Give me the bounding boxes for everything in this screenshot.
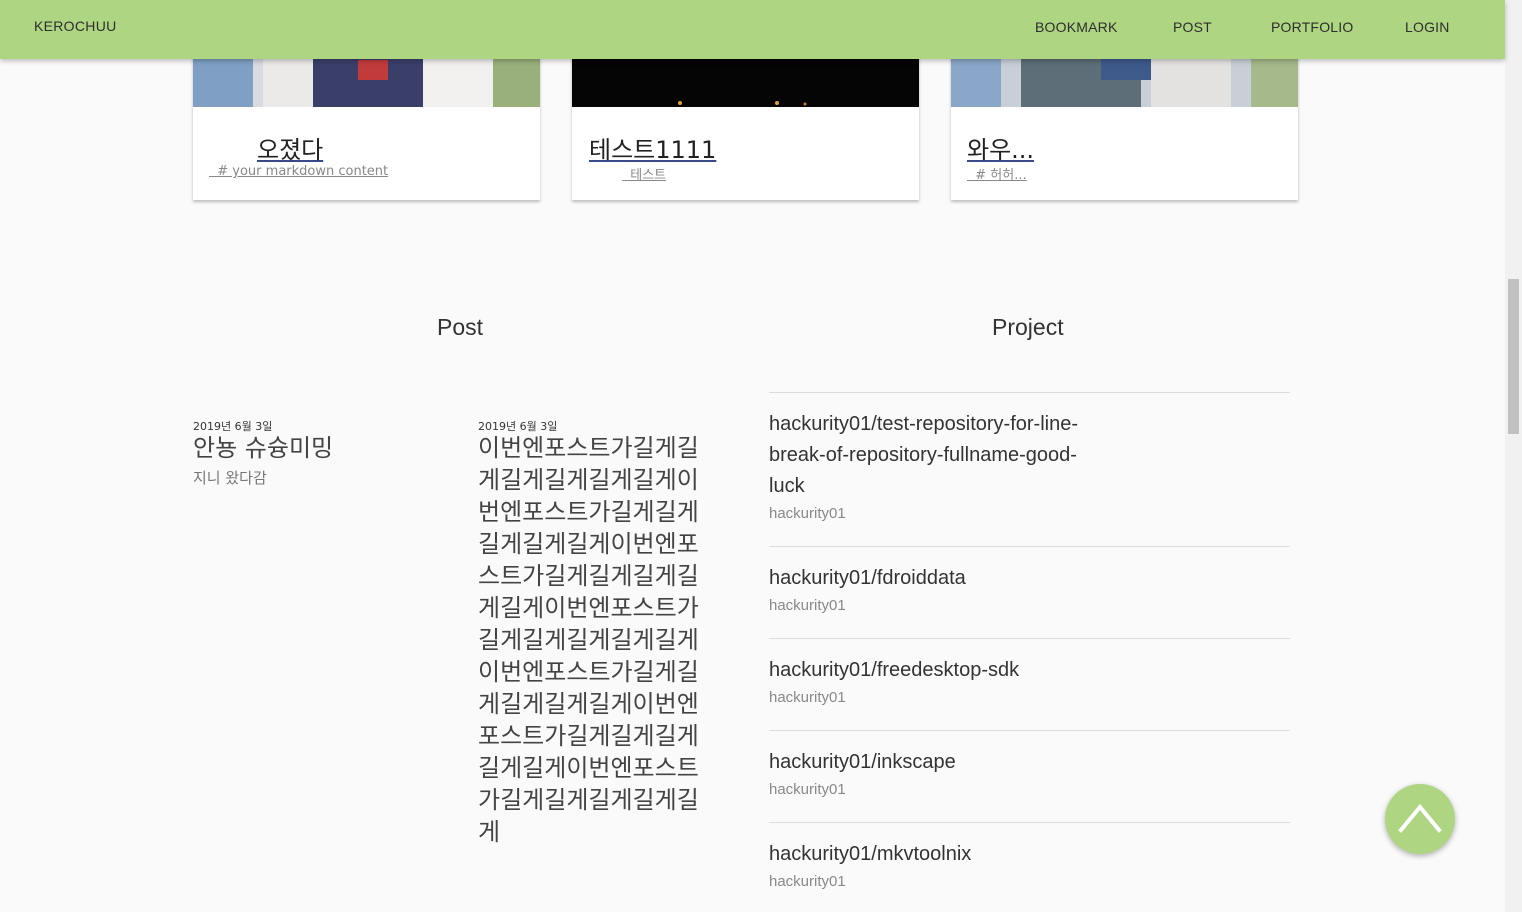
- card-excerpt[interactable]: 테스트: [622, 164, 666, 183]
- project-name[interactable]: hackurity01/fdroiddata: [769, 563, 1109, 594]
- divider: [769, 638, 1290, 639]
- project-name[interactable]: hackurity01/test-repository-for-line-bre…: [769, 409, 1109, 502]
- nav-portfolio[interactable]: PORTFOLIO: [1271, 19, 1353, 35]
- card-excerpt[interactable]: # your markdown content: [209, 164, 388, 179]
- divider: [769, 546, 1290, 547]
- project-name[interactable]: hackurity01/inkscape: [769, 747, 1109, 778]
- scrollbar-thumb[interactable]: [1508, 279, 1519, 434]
- project-owner: hackurity01: [769, 505, 846, 522]
- divider: [769, 730, 1290, 731]
- project-name[interactable]: hackurity01/mkvtoolnix: [769, 839, 1109, 870]
- vertical-scrollbar[interactable]: [1505, 0, 1522, 912]
- post-title[interactable]: 이번엔포스트가길게길게길게길게길게길게이번엔포스트가길게길게길게길게길게이번엔포…: [478, 432, 718, 848]
- post-title[interactable]: 안뇽 슈슝미밍: [193, 432, 333, 464]
- brand-logo[interactable]: KEROCHUU: [34, 18, 117, 34]
- project-section-title: Project: [992, 314, 1064, 340]
- top-navbar: KEROCHUU BOOKMARK POST PORTFOLIO LOGIN: [0, 0, 1505, 59]
- nav-post[interactable]: POST: [1173, 19, 1212, 35]
- divider: [769, 822, 1290, 823]
- project-owner: hackurity01: [769, 873, 846, 890]
- project-owner: hackurity01: [769, 781, 846, 798]
- card-title[interactable]: 테스트1111: [589, 130, 716, 165]
- scroll-top-button[interactable]: [1385, 784, 1455, 854]
- project-name[interactable]: hackurity01/freedesktop-sdk: [769, 655, 1109, 686]
- project-owner: hackurity01: [769, 689, 846, 706]
- project-owner: hackurity01: [769, 597, 846, 614]
- chevron-up-icon: [1398, 803, 1442, 833]
- post-section-title: Post: [437, 314, 484, 340]
- card-title[interactable]: 와우...: [967, 130, 1034, 165]
- card-excerpt[interactable]: # 허허...: [967, 164, 1026, 183]
- nav-login[interactable]: LOGIN: [1405, 19, 1450, 35]
- divider: [769, 392, 1290, 393]
- post-excerpt: 지니 왔다감: [193, 469, 267, 487]
- card-title[interactable]: 오졌다: [257, 130, 323, 165]
- nav-bookmark[interactable]: BOOKMARK: [1035, 19, 1118, 35]
